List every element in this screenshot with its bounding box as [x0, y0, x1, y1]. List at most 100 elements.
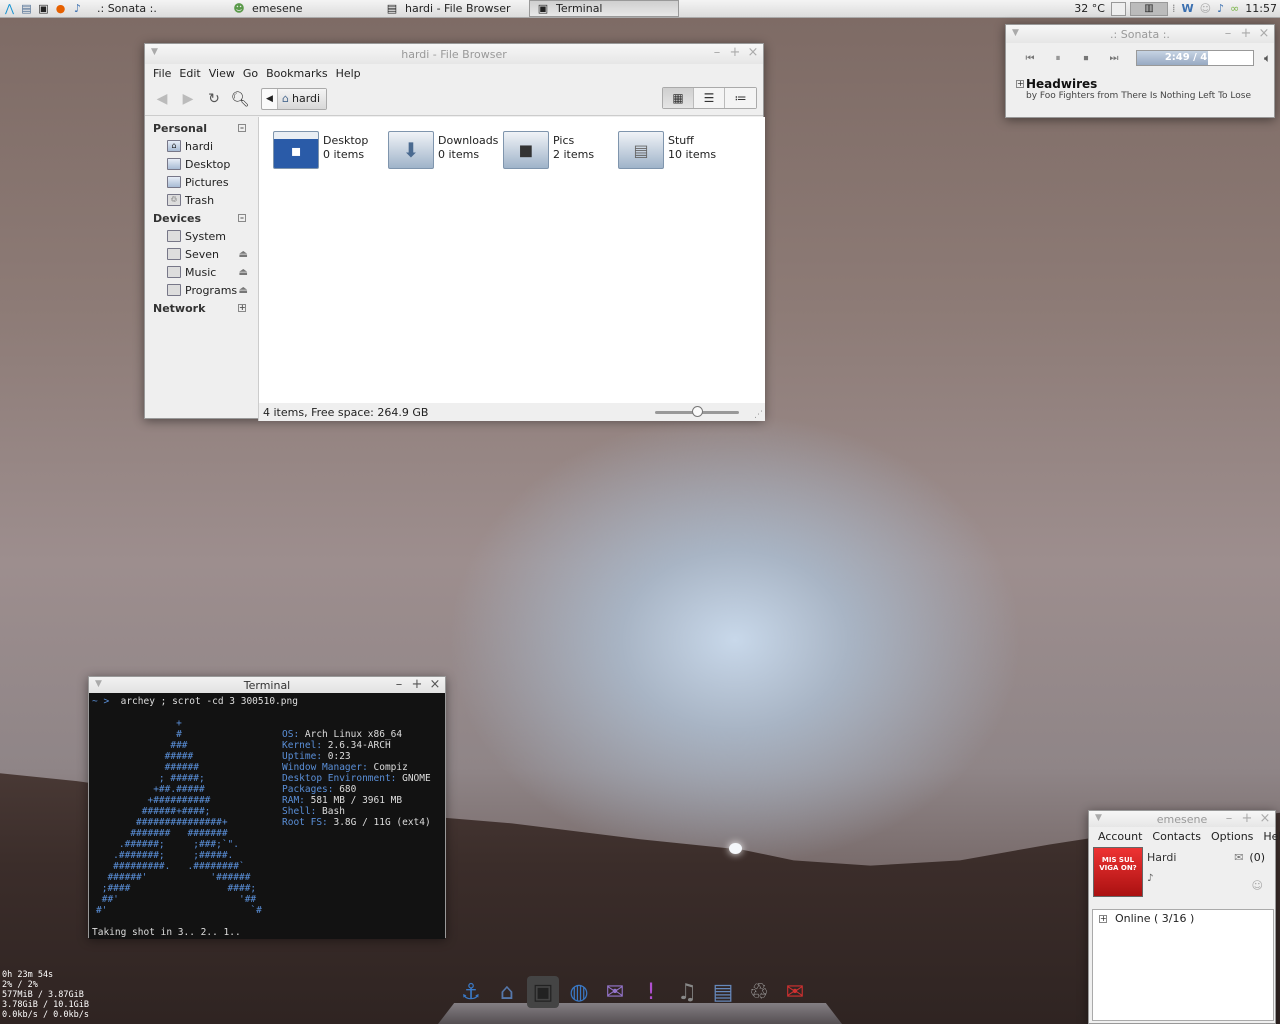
task-file-browser[interactable]: ▤ hardi - File Browser: [379, 0, 529, 17]
minimize-button[interactable]: –: [711, 45, 723, 60]
workspace-1[interactable]: [1110, 1, 1126, 16]
task-terminal[interactable]: ▣ Terminal: [529, 0, 679, 17]
file-view[interactable]: ▪ Desktop 0 items ⬇ Downloads 0 items ◼ Pi…: [258, 117, 765, 403]
close-button[interactable]: ×: [1258, 26, 1270, 41]
close-button[interactable]: ×: [429, 677, 441, 692]
terminal-titlebar[interactable]: ▼ Terminal – + ×: [89, 677, 445, 693]
sidebar-item-pictures[interactable]: Pictures: [145, 173, 258, 191]
back-arrow-icon[interactable]: ◀: [151, 88, 173, 110]
sidebar-item-music[interactable]: Music ⏏: [145, 263, 258, 281]
sidebar-item-programs[interactable]: Programs ⏏: [145, 281, 258, 299]
minimize-button[interactable]: –: [1223, 811, 1235, 826]
folder-pics[interactable]: ◼ Pics 2 items: [503, 131, 594, 169]
web-browser-icon[interactable]: ◍: [563, 976, 595, 1008]
sonata-tray-icon[interactable]: ♪: [1217, 2, 1224, 15]
resize-grip-icon[interactable]: ⋰: [754, 410, 763, 420]
volume-icon[interactable]: 🔈︎: [1264, 51, 1271, 66]
contact-group-online[interactable]: + Online ( 3/16 ): [1093, 910, 1273, 925]
window-menu-icon[interactable]: ▼: [151, 47, 158, 57]
sidebar-item-desktop[interactable]: Desktop: [145, 155, 258, 173]
pause-icon[interactable]: ⏸: [1046, 53, 1070, 64]
sidebar-section-personal[interactable]: Personal –: [145, 119, 258, 137]
maximize-button[interactable]: +: [1240, 26, 1252, 41]
eject-icon[interactable]: ⏏: [239, 249, 248, 260]
emesene-titlebar[interactable]: ▼ emesene – + ×: [1089, 811, 1275, 827]
folder-stuff[interactable]: ▤ Stuff 10 items: [618, 131, 716, 169]
stop-icon[interactable]: ⏹: [1074, 53, 1098, 64]
menu-edit[interactable]: Edit: [179, 67, 200, 80]
compact-view-button[interactable]: ≔: [725, 88, 756, 108]
collapse-icon[interactable]: –: [238, 124, 246, 132]
path-crumb-hardi[interactable]: ⌂ hardi: [278, 88, 327, 109]
collapse-icon[interactable]: –: [238, 214, 246, 222]
menu-bookmarks[interactable]: Bookmarks: [266, 67, 327, 80]
gmail-icon[interactable]: ✉: [779, 976, 811, 1008]
minimize-button[interactable]: –: [393, 677, 405, 692]
user-name[interactable]: Hardi: [1147, 851, 1176, 864]
task-emesene[interactable]: ☻ emesene: [226, 0, 379, 17]
menu-help[interactable]: Help: [336, 67, 361, 80]
window-menu-icon[interactable]: ▼: [95, 679, 102, 689]
folder-icon[interactable]: ▤: [707, 976, 739, 1008]
menu-go[interactable]: Go: [243, 67, 258, 80]
maximize-button[interactable]: +: [411, 677, 423, 692]
menu-account[interactable]: Account: [1098, 830, 1142, 843]
firefox-icon[interactable]: ●: [53, 2, 68, 16]
pidgin-icon[interactable]: ✉: [599, 976, 631, 1008]
zoom-slider-handle[interactable]: [692, 406, 703, 417]
expand-icon[interactable]: +: [238, 304, 246, 312]
arch-icon[interactable]: ⋀: [2, 2, 17, 16]
expand-icon[interactable]: +: [1016, 80, 1024, 88]
anchor-icon[interactable]: ⚓: [455, 976, 487, 1008]
reload-icon[interactable]: ↻: [203, 88, 225, 110]
next-track-icon[interactable]: ⏭: [1102, 53, 1126, 64]
folder-desktop[interactable]: ▪ Desktop 0 items: [273, 131, 368, 169]
previous-track-icon[interactable]: ⏮: [1018, 53, 1042, 64]
menu-view[interactable]: View: [209, 67, 235, 80]
path-back-button[interactable]: ◀: [262, 88, 278, 109]
workspace-2[interactable]: ▥: [1129, 1, 1168, 16]
folder-downloads[interactable]: ⬇ Downloads 0 items: [388, 131, 498, 169]
sonata-titlebar[interactable]: ▼ .: Sonata :. – + ×: [1006, 25, 1274, 43]
avatar[interactable]: MIS SUL VIGA ON?: [1093, 847, 1143, 897]
maximize-button[interactable]: +: [729, 45, 741, 60]
list-view-button[interactable]: ☰: [694, 88, 725, 108]
expand-icon[interactable]: +: [1099, 915, 1107, 923]
trash-icon[interactable]: ♲: [743, 976, 775, 1008]
folder-icon[interactable]: ▤: [19, 2, 34, 16]
window-menu-icon[interactable]: ▼: [1012, 28, 1019, 38]
clock[interactable]: 11:57: [1245, 2, 1277, 15]
writer-icon[interactable]: W: [1181, 2, 1193, 15]
menu-help[interactable]: Help: [1263, 830, 1280, 843]
home-folder-icon[interactable]: ⌂: [491, 976, 523, 1008]
contact-list[interactable]: + Online ( 3/16 ): [1092, 909, 1274, 1021]
mail-indicator[interactable]: ✉ (0): [1234, 851, 1265, 864]
file-browser-titlebar[interactable]: ▼ hardi - File Browser – + ×: [145, 44, 763, 64]
notification-icon[interactable]: !: [635, 976, 667, 1008]
zoom-slider[interactable]: [655, 406, 739, 417]
menu-options[interactable]: Options: [1211, 830, 1253, 843]
close-button[interactable]: ×: [1259, 811, 1271, 826]
menu-contacts[interactable]: Contacts: [1152, 830, 1201, 843]
forward-arrow-icon[interactable]: ▶: [177, 88, 199, 110]
search-icon[interactable]: 🔍︎: [229, 88, 251, 110]
user-icon[interactable]: ☺: [1200, 2, 1211, 15]
personal-message-icon[interactable]: ♪: [1147, 873, 1153, 884]
music-note-icon[interactable]: ♪: [70, 2, 85, 16]
sidebar-section-devices[interactable]: Devices –: [145, 209, 258, 227]
sidebar-item-trash[interactable]: ♲ Trash: [145, 191, 258, 209]
sidebar-item-seven[interactable]: Seven ⏏: [145, 245, 258, 263]
volume-icon[interactable]: ♫: [671, 976, 703, 1008]
eject-icon[interactable]: ⏏: [239, 285, 248, 296]
status-icon[interactable]: ☺: [1252, 879, 1263, 892]
pidgin-tray-icon[interactable]: ∞: [1230, 2, 1239, 15]
minimize-button[interactable]: –: [1222, 26, 1234, 41]
sidebar-item-hardi[interactable]: ⌂ hardi: [145, 137, 258, 155]
menu-file[interactable]: File: [153, 67, 171, 80]
icon-view-button[interactable]: ▦: [663, 88, 694, 108]
window-menu-icon[interactable]: ▼: [1095, 813, 1102, 823]
sidebar-section-network[interactable]: Network +: [145, 299, 258, 317]
maximize-button[interactable]: +: [1241, 811, 1253, 826]
terminal-icon[interactable]: ▣: [527, 976, 559, 1008]
close-button[interactable]: ×: [747, 45, 759, 60]
